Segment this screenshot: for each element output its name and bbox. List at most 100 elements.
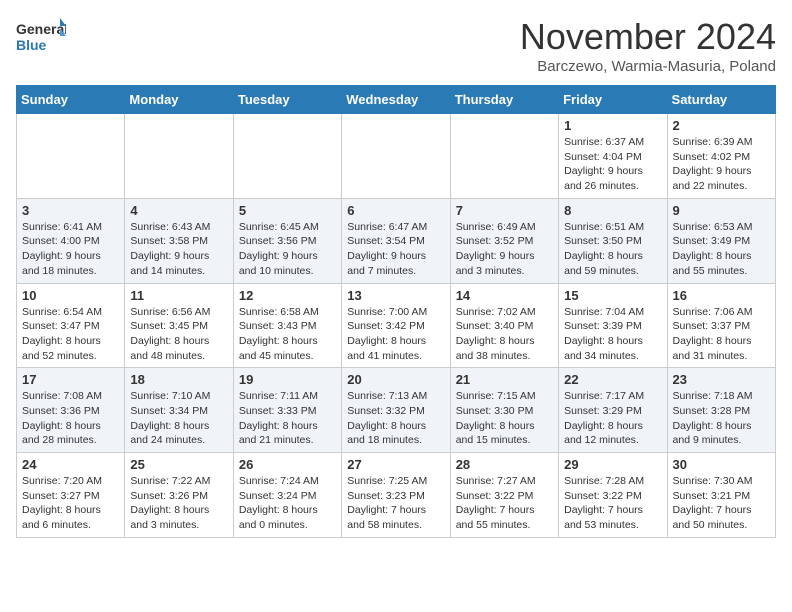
header-saturday: Saturday xyxy=(667,86,775,114)
day-cell xyxy=(125,114,233,199)
day-info: Sunrise: 7:22 AMSunset: 3:26 PMDaylight:… xyxy=(130,474,227,533)
day-cell: 22Sunrise: 7:17 AMSunset: 3:29 PMDayligh… xyxy=(559,368,667,453)
day-cell: 4 Sunrise: 6:43 AMSunset: 3:58 PMDaylight… xyxy=(125,198,233,283)
day-info: Sunrise: 6:47 AMSunset: 3:54 PMDaylight:… xyxy=(347,220,444,279)
day-info: Sunrise: 7:06 AMSunset: 3:37 PMDaylight:… xyxy=(673,305,770,364)
day-cell: 16 Sunrise: 7:06 AMSunset: 3:37 PMDayligh… xyxy=(667,283,775,368)
day-info: Sunrise: 6:54 AMSunset: 3:47 PMDaylight:… xyxy=(22,305,119,364)
day-number: 10 xyxy=(22,288,119,303)
day-number: 19 xyxy=(239,372,336,387)
day-cell: 12 Sunrise: 6:58 AMSunset: 3:43 PMDayligh… xyxy=(233,283,341,368)
day-number: 4 xyxy=(130,203,227,218)
day-cell: 7Sunrise: 6:49 AMSunset: 3:52 PMDaylight… xyxy=(450,198,558,283)
day-info: Sunrise: 6:56 AMSunset: 3:45 PMDaylight:… xyxy=(130,305,227,364)
week-row-1: 1 Sunrise: 6:37 AMSunset: 4:04 PMDaylight… xyxy=(17,114,776,199)
day-info: Sunrise: 7:13 AMSunset: 3:32 PMDaylight:… xyxy=(347,389,444,448)
header-wednesday: Wednesday xyxy=(342,86,450,114)
day-cell: 5 Sunrise: 6:45 AMSunset: 3:56 PMDaylight… xyxy=(233,198,341,283)
day-number: 6 xyxy=(347,203,444,218)
day-cell: 10 Sunrise: 6:54 AMSunset: 3:47 PMDayligh… xyxy=(17,283,125,368)
month-title: November 2024 xyxy=(520,16,776,58)
day-info: Sunrise: 6:58 AMSunset: 3:43 PMDaylight:… xyxy=(239,305,336,364)
day-info: Sunrise: 7:24 AMSunset: 3:24 PMDaylight:… xyxy=(239,474,336,533)
day-number: 24 xyxy=(22,457,119,472)
header-monday: Monday xyxy=(125,86,233,114)
header-friday: Friday xyxy=(559,86,667,114)
day-info: Sunrise: 7:15 AMSunset: 3:30 PMDaylight:… xyxy=(456,389,553,448)
header-sunday: Sunday xyxy=(17,86,125,114)
svg-text:Blue: Blue xyxy=(16,37,47,53)
day-info: Sunrise: 6:43 AMSunset: 3:58 PMDaylight:… xyxy=(130,220,227,279)
day-cell: 2 Sunrise: 6:39 AMSunset: 4:02 PMDaylight… xyxy=(667,114,775,199)
day-cell xyxy=(17,114,125,199)
day-cell: 15Sunrise: 7:04 AMSunset: 3:39 PMDayligh… xyxy=(559,283,667,368)
day-number: 25 xyxy=(130,457,227,472)
day-info: Sunrise: 7:00 AMSunset: 3:42 PMDaylight:… xyxy=(347,305,444,364)
day-info: Sunrise: 6:51 AMSunset: 3:50 PMDaylight:… xyxy=(564,220,661,279)
day-number: 28 xyxy=(456,457,553,472)
day-info: Sunrise: 7:28 AMSunset: 3:22 PMDaylight:… xyxy=(564,474,661,533)
day-cell: 30 Sunrise: 7:30 AMSunset: 3:21 PMDayligh… xyxy=(667,453,775,538)
day-cell: 6 Sunrise: 6:47 AMSunset: 3:54 PMDaylight… xyxy=(342,198,450,283)
day-number: 26 xyxy=(239,457,336,472)
day-cell: 28 Sunrise: 7:27 AMSunset: 3:22 PMDayligh… xyxy=(450,453,558,538)
title-block: November 2024 Barczewo, Warmia-Masuria, … xyxy=(520,16,776,75)
logo: General Blue xyxy=(16,16,66,58)
week-row-2: 3Sunrise: 6:41 AMSunset: 4:00 PMDaylight… xyxy=(17,198,776,283)
day-number: 7 xyxy=(456,203,553,218)
header-thursday: Thursday xyxy=(450,86,558,114)
day-info: Sunrise: 6:45 AMSunset: 3:56 PMDaylight:… xyxy=(239,220,336,279)
day-number: 1 xyxy=(564,118,661,133)
day-info: Sunrise: 7:04 AMSunset: 3:39 PMDaylight:… xyxy=(564,305,661,364)
day-number: 11 xyxy=(130,288,227,303)
day-cell: 13 Sunrise: 7:00 AMSunset: 3:42 PMDayligh… xyxy=(342,283,450,368)
day-number: 9 xyxy=(673,203,770,218)
day-number: 8 xyxy=(564,203,661,218)
day-cell: 20 Sunrise: 7:13 AMSunset: 3:32 PMDayligh… xyxy=(342,368,450,453)
day-cell: 29Sunrise: 7:28 AMSunset: 3:22 PMDayligh… xyxy=(559,453,667,538)
day-info: Sunrise: 7:27 AMSunset: 3:22 PMDaylight:… xyxy=(456,474,553,533)
day-info: Sunrise: 7:08 AMSunset: 3:36 PMDaylight:… xyxy=(22,389,119,448)
day-cell: 3Sunrise: 6:41 AMSunset: 4:00 PMDaylight… xyxy=(17,198,125,283)
day-cell: 14 Sunrise: 7:02 AMSunset: 3:40 PMDayligh… xyxy=(450,283,558,368)
location: Barczewo, Warmia-Masuria, Poland xyxy=(520,58,776,75)
header-tuesday: Tuesday xyxy=(233,86,341,114)
day-number: 3 xyxy=(22,203,119,218)
day-info: Sunrise: 6:53 AMSunset: 3:49 PMDaylight:… xyxy=(673,220,770,279)
day-info: Sunrise: 7:10 AMSunset: 3:34 PMDaylight:… xyxy=(130,389,227,448)
day-cell: 17Sunrise: 7:08 AMSunset: 3:36 PMDayligh… xyxy=(17,368,125,453)
day-info: Sunrise: 7:20 AMSunset: 3:27 PMDaylight:… xyxy=(22,474,119,533)
day-info: Sunrise: 7:02 AMSunset: 3:40 PMDaylight:… xyxy=(456,305,553,364)
day-info: Sunrise: 7:30 AMSunset: 3:21 PMDaylight:… xyxy=(673,474,770,533)
week-row-4: 17Sunrise: 7:08 AMSunset: 3:36 PMDayligh… xyxy=(17,368,776,453)
day-number: 18 xyxy=(130,372,227,387)
logo-svg: General Blue xyxy=(16,16,66,58)
day-cell: 21Sunrise: 7:15 AMSunset: 3:30 PMDayligh… xyxy=(450,368,558,453)
day-number: 12 xyxy=(239,288,336,303)
day-cell: 23Sunrise: 7:18 AMSunset: 3:28 PMDayligh… xyxy=(667,368,775,453)
day-number: 2 xyxy=(673,118,770,133)
day-cell: 27 Sunrise: 7:25 AMSunset: 3:23 PMDayligh… xyxy=(342,453,450,538)
day-number: 23 xyxy=(673,372,770,387)
day-number: 30 xyxy=(673,457,770,472)
day-cell: 25 Sunrise: 7:22 AMSunset: 3:26 PMDayligh… xyxy=(125,453,233,538)
calendar-table: SundayMondayTuesdayWednesdayThursdayFrid… xyxy=(16,85,776,538)
day-cell xyxy=(450,114,558,199)
day-number: 14 xyxy=(456,288,553,303)
day-info: Sunrise: 6:39 AMSunset: 4:02 PMDaylight:… xyxy=(673,135,770,194)
week-row-3: 10 Sunrise: 6:54 AMSunset: 3:47 PMDayligh… xyxy=(17,283,776,368)
day-cell xyxy=(342,114,450,199)
day-info: Sunrise: 7:17 AMSunset: 3:29 PMDaylight:… xyxy=(564,389,661,448)
calendar-header-row: SundayMondayTuesdayWednesdayThursdayFrid… xyxy=(17,86,776,114)
day-number: 13 xyxy=(347,288,444,303)
day-info: Sunrise: 7:25 AMSunset: 3:23 PMDaylight:… xyxy=(347,474,444,533)
day-number: 27 xyxy=(347,457,444,472)
day-info: Sunrise: 6:37 AMSunset: 4:04 PMDaylight:… xyxy=(564,135,661,194)
day-cell: 18 Sunrise: 7:10 AMSunset: 3:34 PMDayligh… xyxy=(125,368,233,453)
day-number: 16 xyxy=(673,288,770,303)
day-cell: 19Sunrise: 7:11 AMSunset: 3:33 PMDayligh… xyxy=(233,368,341,453)
day-number: 20 xyxy=(347,372,444,387)
day-cell: 1 Sunrise: 6:37 AMSunset: 4:04 PMDaylight… xyxy=(559,114,667,199)
day-number: 5 xyxy=(239,203,336,218)
day-cell: 11 Sunrise: 6:56 AMSunset: 3:45 PMDayligh… xyxy=(125,283,233,368)
